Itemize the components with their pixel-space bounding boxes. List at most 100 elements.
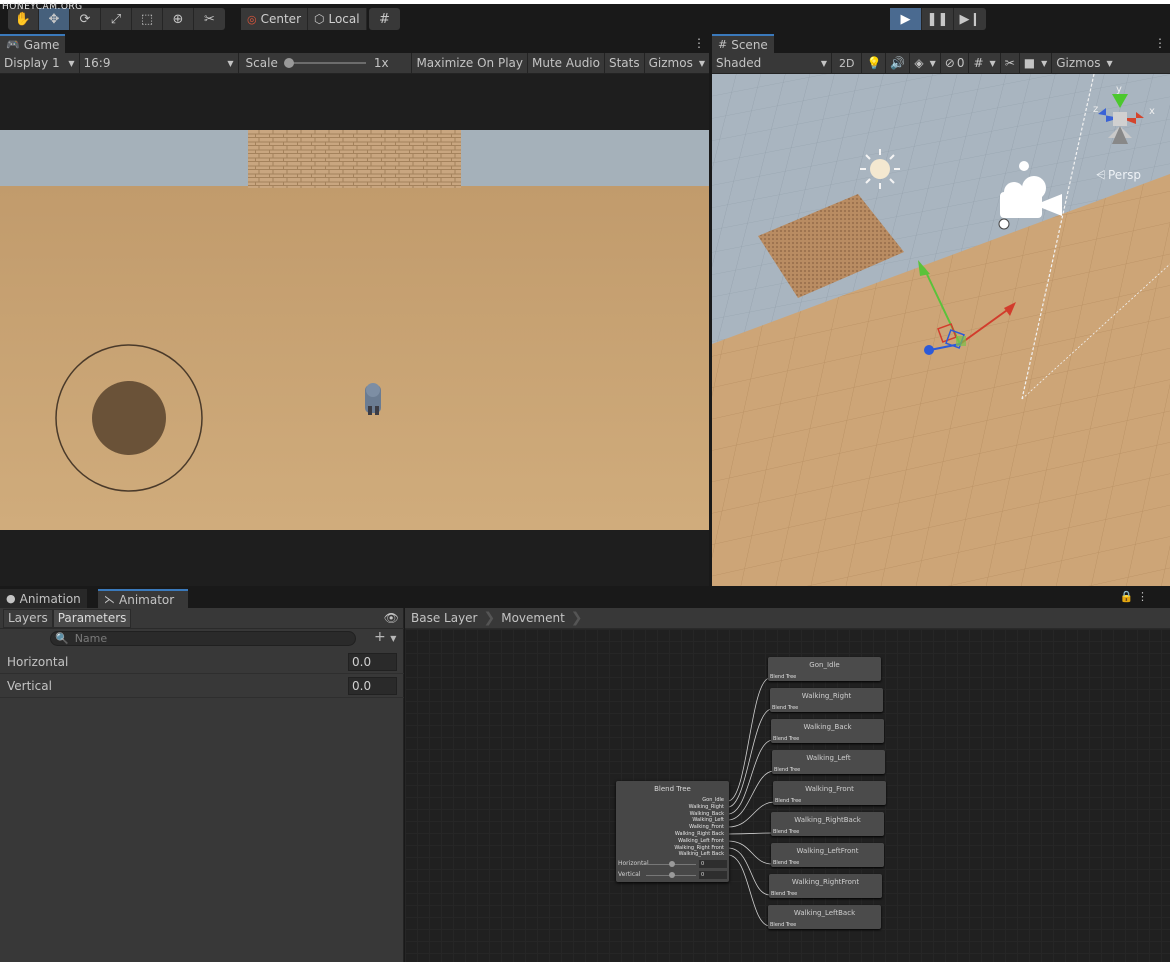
2d-toggle[interactable]: 2D <box>832 52 863 74</box>
chevron-down-icon[interactable]: ▼ <box>699 59 705 68</box>
blend-param-value[interactable]: 0 <box>699 871 727 879</box>
motion-node[interactable]: Gon_Idle Blend Tree <box>768 657 881 681</box>
scale-slider-knob[interactable] <box>283 58 294 68</box>
motion-node-sub: Blend Tree <box>770 674 797 680</box>
scene-gizmos-button[interactable]: Gizmos ▼ <box>1052 53 1116 74</box>
breadcrumb-movement[interactable]: Movement <box>495 608 571 629</box>
breadcrumb-base-layer[interactable]: Base Layer <box>405 608 484 629</box>
display-dropdown[interactable]: Display 1 ▼ <box>0 52 80 74</box>
motion-slot[interactable]: Walking_Right Front <box>674 845 724 852</box>
scale-icon[interactable]: ⤢ <box>101 8 132 30</box>
effects-dropdown[interactable]: ◈ ▼ <box>910 52 941 74</box>
scale-slider[interactable] <box>283 58 366 68</box>
motion-slot[interactable]: Walking_Left <box>674 817 724 824</box>
grid-snap-icon[interactable]: # <box>369 8 400 30</box>
tab-parameters[interactable]: Parameters <box>52 608 132 628</box>
motion-node[interactable]: Walking_LeftFront Blend Tree <box>771 843 884 867</box>
shading-dropdown[interactable]: Shaded ▼ <box>712 52 832 74</box>
visibility-toggle[interactable]: ⊘ 0 <box>941 52 970 74</box>
motion-slot[interactable]: Walking_Right <box>674 804 724 811</box>
stats-toggle[interactable]: Stats <box>605 52 645 74</box>
game-menu-icon[interactable]: ⋮ <box>693 36 705 50</box>
motion-slot[interactable]: Walking_Left Front <box>674 838 724 845</box>
tab-animation[interactable]: ● Animation <box>0 589 87 608</box>
joystick-knob[interactable] <box>92 381 166 455</box>
parameter-row[interactable]: Vertical 0.0 <box>0 674 404 698</box>
pivot-center-button[interactable]: ◎ Center <box>241 8 308 30</box>
axis-y-label: y <box>1116 84 1122 95</box>
aspect-dropdown[interactable]: 16:9 ▼ <box>80 52 239 74</box>
scene-menu-icon[interactable]: ⋮ <box>1154 36 1166 50</box>
pause-icon[interactable]: ❚❚ <box>922 8 954 30</box>
rect-icon[interactable]: ⬚ <box>132 8 163 30</box>
motion-slot[interactable]: Walking_Front <box>674 824 724 831</box>
tab-game[interactable]: 🎮 Game <box>0 34 66 53</box>
tab-layers[interactable]: Layers <box>3 608 53 628</box>
lighting-toggle[interactable]: 💡 <box>862 52 887 74</box>
tab-animator[interactable]: ⋋ Animator <box>98 589 188 608</box>
motion-node[interactable]: Walking_Left Blend Tree <box>772 750 885 774</box>
blend-tree-title: Blend Tree <box>654 785 691 793</box>
motion-node[interactable]: Walking_Back Blend Tree <box>771 719 884 743</box>
motion-node-title: Gon_Idle <box>809 661 840 669</box>
game-view[interactable] <box>0 74 709 586</box>
custom-tool-icon[interactable]: ✂ <box>194 8 225 30</box>
sun-light-icon[interactable] <box>860 149 900 189</box>
hidden-eye-icon: ⊘ <box>944 56 955 70</box>
motion-node[interactable]: Walking_Front Blend Tree <box>773 781 886 805</box>
add-parameter-button[interactable]: + ▼ <box>374 629 396 645</box>
lock-icon[interactable]: 🔒 ⋮ <box>1120 590 1148 603</box>
transform-icon[interactable]: ⊕ <box>163 8 194 30</box>
shading-label: Shaded <box>716 56 762 70</box>
motion-node-sub: Blend Tree <box>770 922 797 928</box>
game-gizmos-button[interactable]: Gizmos ▼ <box>645 53 709 74</box>
grid-icon: # <box>718 38 728 51</box>
parameter-value-field[interactable]: 0.0 <box>348 677 397 695</box>
grid-toggle[interactable]: # ▼ <box>969 52 1001 74</box>
tab-scene[interactable]: # Scene <box>712 34 774 53</box>
blend-param-slider-knob[interactable] <box>669 872 675 878</box>
audio-toggle[interactable]: 🔊 <box>886 52 911 74</box>
chevron-down-icon: ▼ <box>68 58 75 68</box>
motion-node[interactable]: Walking_RightFront Blend Tree <box>769 874 882 898</box>
motion-slot[interactable]: Walking_Back <box>674 811 724 818</box>
breadcrumb-separator: ❯ <box>483 610 496 626</box>
persp-label[interactable]: Persp <box>1108 168 1141 182</box>
parameter-value-field[interactable]: 0.0 <box>348 653 397 671</box>
motion-node[interactable]: Walking_LeftBack Blend Tree <box>768 905 881 929</box>
motion-slot[interactable]: Walking_Left Back <box>674 851 724 858</box>
blend-tree-node[interactable]: Blend Tree Gon_Idle Walking_Right Walkin… <box>616 781 729 882</box>
blend-param-name: Vertical <box>618 871 641 878</box>
tools-toggle[interactable]: ✂ <box>1001 52 1020 74</box>
scene-view[interactable]: y z x ⩤ Persp <box>712 74 1170 586</box>
pivot-group: ◎ Center ⬡ Local <box>241 8 367 30</box>
game-tabbar: 🎮 Game ⋮ <box>0 34 709 53</box>
maximize-on-play-toggle[interactable]: Maximize On Play <box>412 52 529 74</box>
blend-param-row[interactable]: Horizontal 0 <box>618 860 727 869</box>
watermark: HONEYCAM.ORG <box>2 2 83 12</box>
parameters-panel: Layers Parameters 👁 🔍 Name + ▼ Horizontal… <box>0 608 404 962</box>
chevron-down-icon[interactable]: ▼ <box>1106 59 1112 68</box>
blend-param-name: Horizontal <box>618 860 649 867</box>
play-icon[interactable]: ▶ <box>890 8 922 30</box>
parameter-name: Horizontal <box>7 654 69 669</box>
motion-node[interactable]: Walking_RightBack Blend Tree <box>771 812 884 836</box>
pivot-space-button[interactable]: ⬡ Local <box>308 8 367 30</box>
persp-arrow-icon[interactable]: ⩤ <box>1096 168 1106 182</box>
parameter-row[interactable]: Horizontal 0.0 <box>0 650 404 674</box>
step-icon[interactable]: ▶❙ <box>954 8 986 30</box>
parameter-search-input[interactable]: 🔍 Name <box>50 631 356 646</box>
motion-slot[interactable]: Walking_Right Back <box>674 831 724 838</box>
motion-node[interactable]: Walking_Right Blend Tree <box>770 688 883 712</box>
brick-wall <box>248 130 461 188</box>
blend-param-row[interactable]: Vertical 0 <box>618 871 727 880</box>
motion-slot[interactable]: Gon_Idle <box>674 797 724 804</box>
blend-param-value[interactable]: 0 <box>699 860 727 868</box>
scene-control-bar: Shaded ▼ 2D 💡 🔊 ◈ ▼ ⊘ 0 # ▼ ✂ ■ ▼ Gizmos ▼ <box>712 52 1170 74</box>
camera-dropdown[interactable]: ■ ▼ <box>1020 52 1053 74</box>
eye-icon[interactable]: 👁 <box>384 611 399 625</box>
mute-audio-toggle[interactable]: Mute Audio <box>528 52 605 74</box>
game-render <box>0 130 709 530</box>
blend-param-slider-knob[interactable] <box>669 861 675 867</box>
motion-node-sub: Blend Tree <box>775 798 802 804</box>
